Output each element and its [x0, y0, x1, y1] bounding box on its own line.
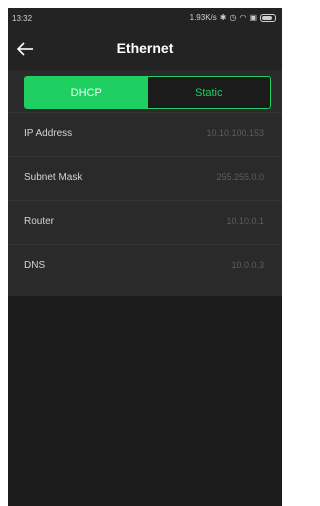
status-time: 13:32 [12, 14, 33, 23]
app-bar: Ethernet [8, 28, 282, 70]
battery-icon [260, 14, 276, 22]
subnet-mask-label: Subnet Mask [24, 172, 83, 183]
dns-row[interactable]: DNS 10.0.0.3 [8, 244, 282, 288]
router-label: Router [24, 216, 55, 227]
subnet-mask-value: 255.255.0.0 [216, 172, 264, 182]
phone-screen: 13:32 1.93K/s ✱ ◷ ◠ ▣ Ethernet DHCP Stat… [8, 8, 282, 506]
settings-panel: DHCP Static IP Address 10.10.100.153 Sub… [8, 70, 282, 296]
net-speed: 1.93K/s [189, 13, 217, 22]
dns-label: DNS [24, 260, 46, 271]
wifi-icon: ◠ [239, 13, 247, 22]
subnet-mask-row[interactable]: Subnet Mask 255.255.0.0 [8, 156, 282, 200]
static-tab[interactable]: Static [148, 77, 271, 108]
status-bar: 13:32 1.93K/s ✱ ◷ ◠ ▣ [8, 8, 282, 28]
status-icons: 1.93K/s ✱ ◷ ◠ ▣ [190, 13, 276, 23]
ip-address-value: 10.10.100.153 [206, 128, 264, 138]
page-title: Ethernet [116, 40, 174, 56]
sim-icon: ▣ [249, 13, 257, 22]
ip-address-label: IP Address [24, 128, 73, 139]
bluetooth-icon: ✱ [219, 13, 227, 22]
dhcp-tab[interactable]: DHCP [25, 77, 148, 108]
mode-toggle: DHCP Static [24, 76, 271, 109]
router-row[interactable]: Router 10.10.0.1 [8, 200, 282, 244]
alarm-icon: ◷ [229, 13, 237, 22]
router-value: 10.10.0.1 [226, 216, 264, 226]
ip-address-row[interactable]: IP Address 10.10.100.153 [8, 112, 282, 156]
dns-value: 10.0.0.3 [231, 260, 264, 270]
